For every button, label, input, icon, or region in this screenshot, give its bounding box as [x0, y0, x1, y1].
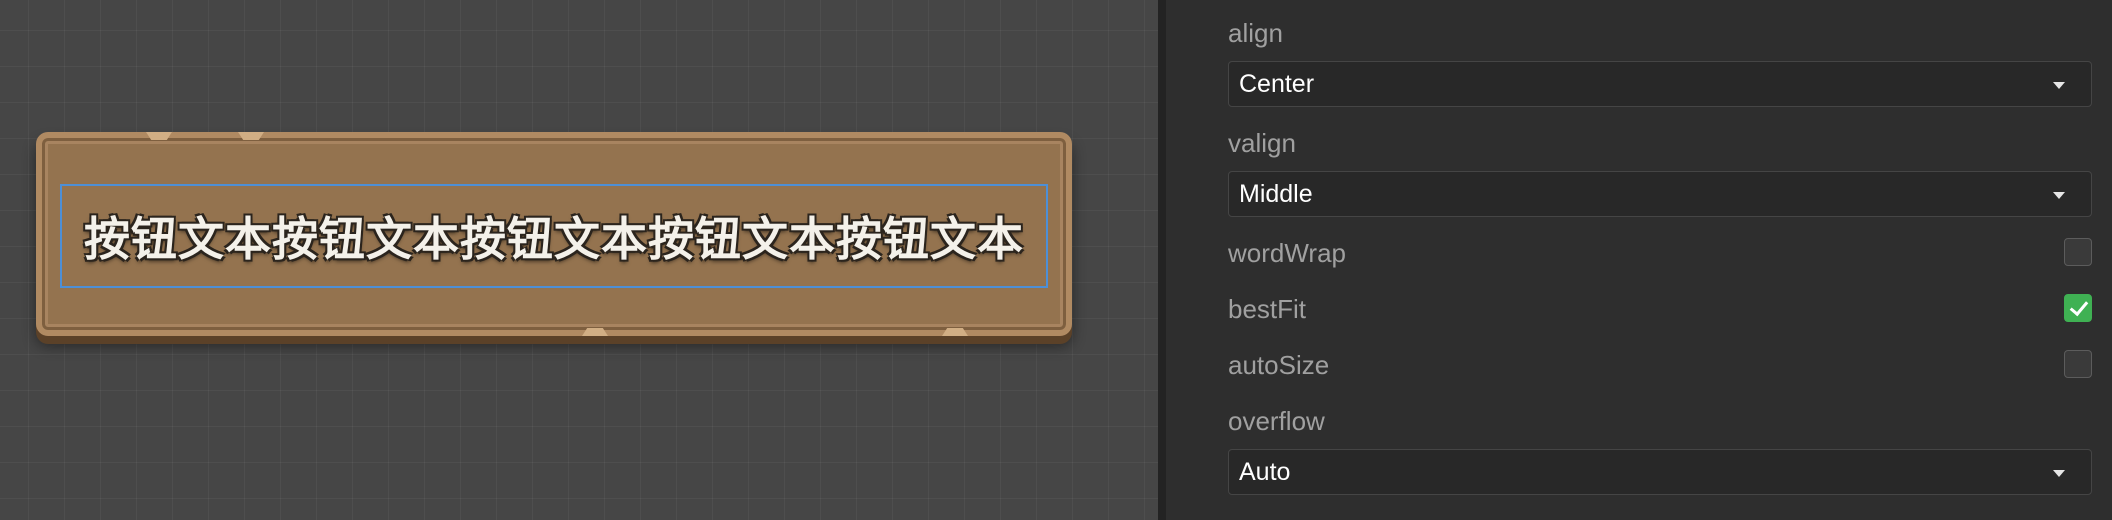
inspector-panel: align Center valign Middle wordWrap best… — [1166, 0, 2112, 520]
chevron-down-icon — [2053, 470, 2065, 477]
selected-label-bounds[interactable]: 按钮文本按钮文本按钮文本按钮文本按钮文本 — [60, 184, 1048, 288]
align-dropdown[interactable]: Center — [1228, 61, 2092, 107]
wood-notch — [146, 132, 172, 140]
wood-notch — [238, 132, 264, 140]
checkmark-icon — [2069, 296, 2089, 317]
button-label-text: 按钮文本按钮文本按钮文本按钮文本按钮文本 — [84, 212, 1024, 266]
autosize-checkbox[interactable] — [2064, 350, 2092, 378]
wordwrap-checkbox[interactable] — [2064, 238, 2092, 266]
overflow-dropdown[interactable]: Auto — [1228, 449, 2092, 495]
panel-splitter[interactable] — [1158, 0, 1166, 520]
chevron-down-icon — [2053, 192, 2065, 199]
chevron-down-icon — [2053, 82, 2065, 89]
align-value: Center — [1239, 69, 1315, 98]
bestfit-checkbox[interactable] — [2064, 294, 2092, 322]
wood-notch — [582, 328, 608, 336]
valign-dropdown[interactable]: Middle — [1228, 171, 2092, 217]
wordwrap-label: wordWrap — [1228, 238, 1347, 268]
scene-viewport[interactable]: 按钮文本按钮文本按钮文本按钮文本按钮文本 — [0, 0, 1158, 520]
autosize-label: autoSize — [1228, 350, 1330, 380]
valign-value: Middle — [1239, 179, 1313, 208]
overflow-value: Auto — [1239, 457, 1291, 486]
valign-label: valign — [1228, 128, 1296, 158]
bestfit-label: bestFit — [1228, 294, 1307, 324]
align-label: align — [1228, 18, 1283, 48]
wood-notch — [942, 328, 968, 336]
overflow-label: overflow — [1228, 406, 1325, 436]
